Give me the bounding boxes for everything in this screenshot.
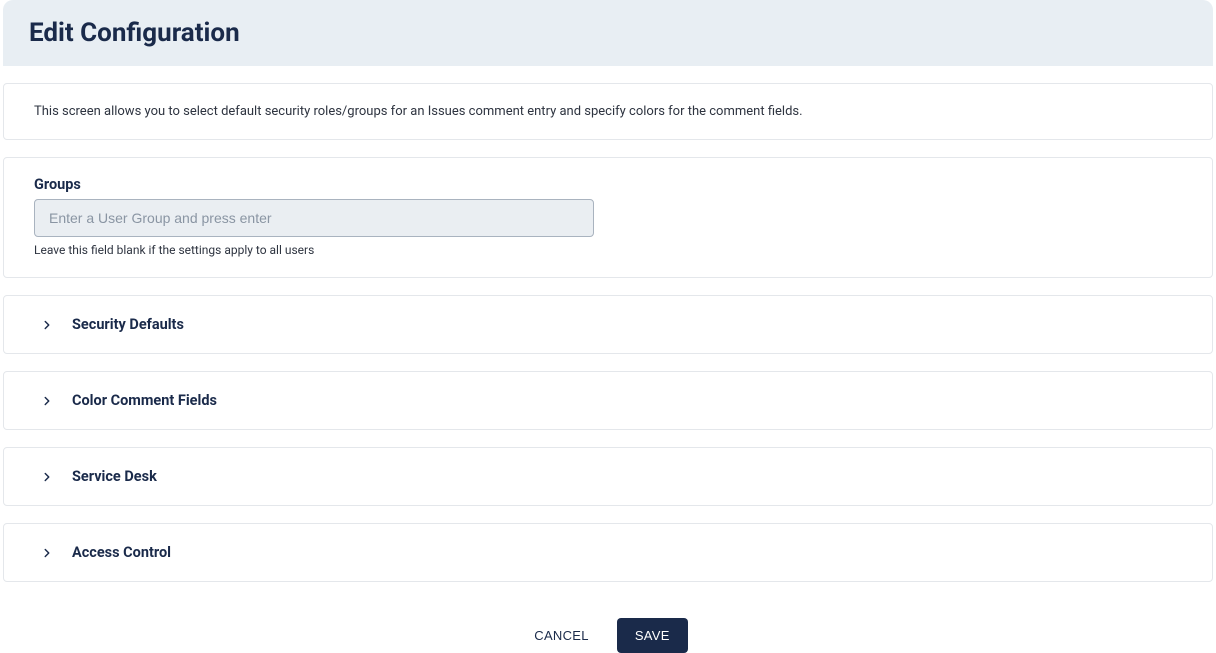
accordion-color-comment-fields[interactable]: Color Comment Fields	[3, 371, 1213, 430]
accordion-title: Security Defaults	[72, 316, 184, 333]
accordion-title: Service Desk	[72, 468, 157, 485]
save-button[interactable]: SAVE	[617, 618, 688, 653]
page-title: Edit Configuration	[29, 18, 1187, 48]
footer-actions: CANCEL SAVE	[0, 618, 1216, 653]
accordion-title: Access Control	[72, 544, 171, 561]
accordion-title: Color Comment Fields	[72, 392, 217, 409]
groups-input[interactable]	[34, 199, 594, 237]
chevron-right-icon	[40, 546, 54, 560]
page-header: Edit Configuration	[3, 0, 1213, 66]
accordion-access-control[interactable]: Access Control	[3, 523, 1213, 582]
chevron-right-icon	[40, 470, 54, 484]
accordion-security-defaults[interactable]: Security Defaults	[3, 295, 1213, 354]
groups-helper-text: Leave this field blank if the settings a…	[34, 243, 1182, 257]
cancel-button[interactable]: CANCEL	[528, 620, 595, 651]
description-card: This screen allows you to select default…	[3, 83, 1213, 140]
groups-label: Groups	[34, 176, 1182, 193]
accordion-service-desk[interactable]: Service Desk	[3, 447, 1213, 506]
groups-card: Groups Leave this field blank if the set…	[3, 157, 1213, 278]
chevron-right-icon	[40, 318, 54, 332]
chevron-right-icon	[40, 394, 54, 408]
description-text: This screen allows you to select default…	[34, 104, 1182, 119]
